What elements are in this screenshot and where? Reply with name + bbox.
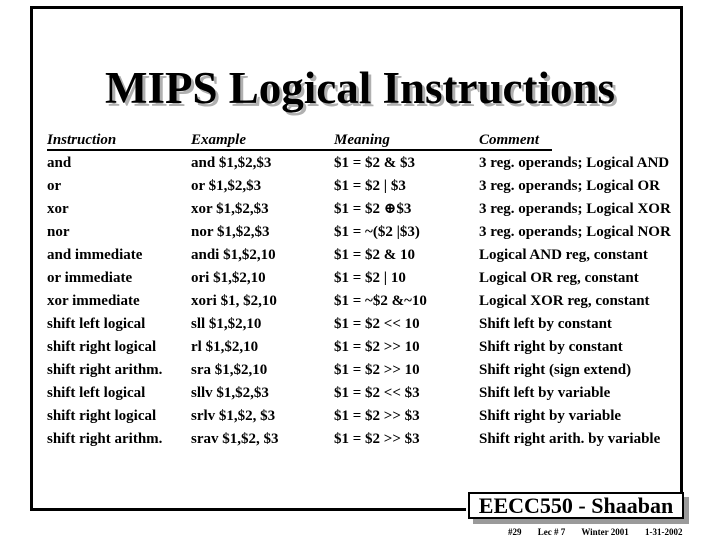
table-cell-instruction: xor (47, 201, 69, 217)
table-cell-example: and $1,$2,$3 (191, 155, 272, 171)
table-cell-comment: Shift left by variable (479, 385, 611, 401)
table-cell-meaning: $1 = $2 & 10 (334, 247, 416, 263)
table-cell-instruction: or immediate (47, 270, 133, 286)
table-cell-comment: Logical AND reg, constant (479, 247, 648, 263)
table-cell-meaning: $1 = $2 >> $3 (334, 408, 420, 424)
header-meaning: Meaning (334, 131, 479, 151)
table-cell-meaning: $1 = $2 ⊕$3 (334, 201, 412, 217)
table-cell-example: andi $1,$2,10 (191, 247, 276, 263)
footer-info: #29 Lec # 7 Winter 2001 1-31-2002 (508, 527, 697, 538)
footer-course-box: EECC550 - Shaaban (468, 492, 684, 519)
table-cell-instruction: shift right arithm. (47, 431, 163, 447)
table-cell-meaning: $1 = $2 >> $3 (334, 431, 420, 447)
table-cell-meaning: $1 = $2 << $3 (334, 385, 420, 401)
table-cell-comment: 3 reg. operands; Logical OR (479, 178, 660, 194)
table-cell-example: xori $1, $2,10 (191, 293, 277, 309)
header-comment: Comment (479, 131, 552, 151)
table-cell-meaning: $1 = $2 | $3 (334, 178, 406, 194)
table-cell-example: xor $1,$2,$3 (191, 201, 269, 217)
table-cell-comment: Shift right arith. by variable (479, 431, 661, 447)
header-example: Example (191, 131, 334, 151)
table-cell-example: sll $1,$2,10 (191, 316, 262, 332)
table-cell-example: ori $1,$2,10 (191, 270, 266, 286)
table-cell-example: srlv $1,$2, $3 (191, 408, 276, 424)
table-cell-comment: 3 reg. operands; Logical XOR (479, 201, 671, 217)
table-cell-instruction: shift right logical (47, 408, 157, 424)
slide-title: MIPS Logical Instructions (104, 63, 616, 113)
table-cell-instruction: xor immediate (47, 293, 140, 309)
term: Winter 2001 (581, 527, 629, 537)
table-cell-meaning: $1 = $2 >> 10 (334, 362, 420, 378)
table-cell-example: srav $1,$2, $3 (191, 431, 279, 447)
table-cell-comment: 3 reg. operands; Logical NOR (479, 224, 671, 240)
table-cell-comment: Logical OR reg, constant (479, 270, 639, 286)
table-cell-meaning: $1 = ~($2 |$3) (334, 224, 420, 240)
footer-course: EECC550 - Shaaban (478, 493, 674, 518)
table-cell-comment: Shift right by variable (479, 408, 622, 424)
table-cell-meaning: $1 = $2 & $3 (334, 155, 416, 171)
date: 1-31-2002 (645, 527, 683, 537)
table-cell-meaning: $1 = $2 | 10 (334, 270, 406, 286)
slide-number: #29 (508, 527, 522, 537)
table-cell-example: or $1,$2,$3 (191, 178, 262, 194)
table-cell-comment: Logical XOR reg, constant (479, 293, 650, 309)
table-cell-comment: Shift right by constant (479, 339, 623, 355)
table-cell-instruction: nor (47, 224, 70, 240)
table-cell-instruction: shift right logical (47, 339, 157, 355)
table-cell-instruction: or (47, 178, 62, 194)
table-cell-meaning: $1 = ~$2 &~10 (334, 293, 427, 309)
table-cell-comment: 3 reg. operands; Logical AND (479, 155, 670, 171)
table-cell-comment: Shift left by constant (479, 316, 612, 332)
table-cell-instruction: and (47, 155, 72, 171)
table-cell-instruction: shift left logical (47, 385, 146, 401)
table-cell-meaning: $1 = $2 >> 10 (334, 339, 420, 355)
table-cell-example: nor $1,$2,$3 (191, 224, 270, 240)
table-cell-example: rl $1,$2,10 (191, 339, 259, 355)
lecture-number: Lec # 7 (537, 527, 566, 537)
table-cell-comment: Shift right (sign extend) (479, 362, 632, 378)
table-cell-instruction: shift right arithm. (47, 362, 163, 378)
table-cell-instruction: and immediate (47, 247, 143, 263)
header-instruction: Instruction (47, 131, 192, 151)
table-cell-instruction: shift left logical (47, 316, 146, 332)
table-cell-example: sllv $1,$2,$3 (191, 385, 269, 401)
table-cell-meaning: $1 = $2 << 10 (334, 316, 420, 332)
table-cell-example: sra $1,$2,10 (191, 362, 268, 378)
